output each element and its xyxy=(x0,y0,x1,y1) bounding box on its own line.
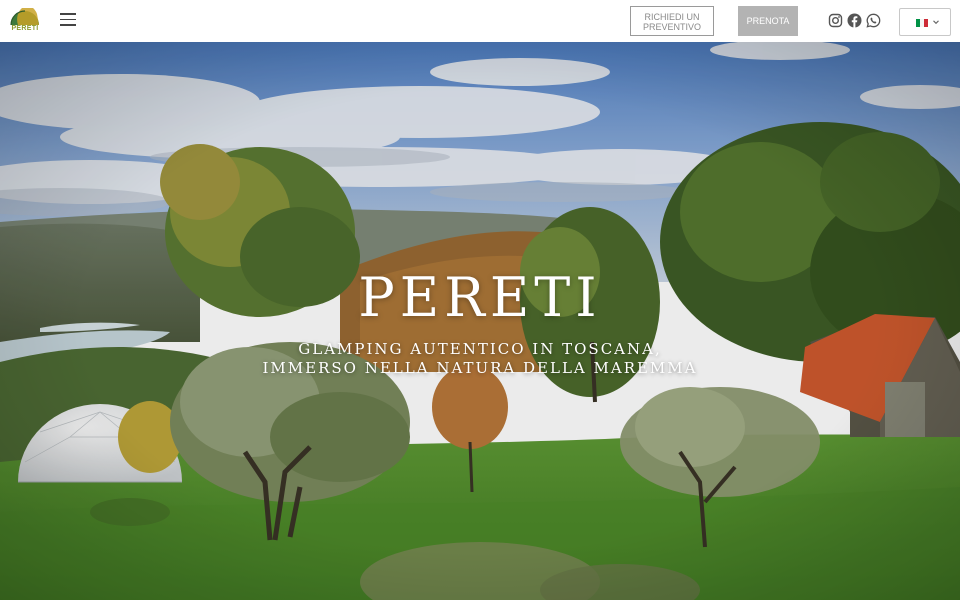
instagram-icon[interactable] xyxy=(828,13,843,28)
logo-dome-icon xyxy=(10,8,39,26)
chevron-down-icon xyxy=(933,20,939,25)
site-logo[interactable]: PERETI xyxy=(8,8,42,34)
hero-subtitle-line-2: IMMERSO NELLA NATURA DELLA MAREMMA xyxy=(262,359,698,377)
book-button[interactable]: PRENOTA xyxy=(738,6,798,36)
site-header: PERETI RICHIEDI UN PREVENTIVO PRENOTA xyxy=(0,0,960,42)
facebook-icon[interactable] xyxy=(847,13,862,28)
request-quote-label-2: PREVENTIVO xyxy=(642,22,701,32)
whatsapp-icon[interactable] xyxy=(866,13,881,28)
hero-title: PERETI xyxy=(358,266,602,329)
hero-subtitle-line-1: GLAMPING AUTENTICO IN TOSCANA, xyxy=(298,340,662,358)
request-quote-button[interactable]: RICHIEDI UN PREVENTIVO xyxy=(630,6,714,36)
menu-icon[interactable] xyxy=(60,13,78,27)
italy-flag-icon xyxy=(916,19,928,27)
hero-section: PERETI GLAMPING AUTENTICO IN TOSCANA, IM… xyxy=(0,42,960,600)
language-selector[interactable] xyxy=(899,8,951,36)
logo-text: PERETI xyxy=(11,25,39,32)
request-quote-label-1: RICHIEDI UN xyxy=(644,12,700,22)
hero-subtitle: GLAMPING AUTENTICO IN TOSCANA, IMMERSO N… xyxy=(0,340,960,378)
